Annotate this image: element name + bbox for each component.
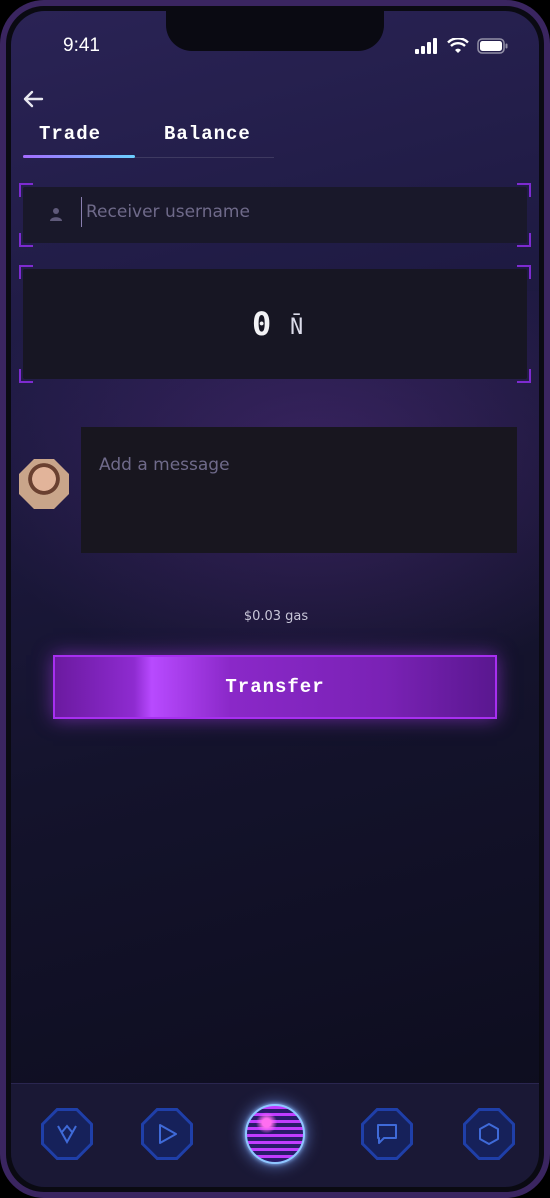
message-input[interactable]: [81, 427, 517, 553]
amount-field-frame: 0 N̄: [19, 265, 531, 383]
transfer-button[interactable]: Transfer: [53, 655, 497, 719]
status-time: 9:41: [63, 35, 100, 56]
amount-value[interactable]: 0: [252, 305, 271, 343]
tab-active-indicator: [23, 155, 135, 158]
chat-icon: [377, 1124, 397, 1144]
tab-bar: Trade Balance: [19, 119, 274, 159]
receiver-field-frame: [19, 183, 531, 247]
nav-chat[interactable]: [361, 1108, 413, 1160]
currency-unit: N̄: [290, 315, 304, 340]
back-button[interactable]: [21, 87, 51, 111]
cellular-signal-icon: [415, 38, 437, 54]
play-icon: [159, 1124, 177, 1144]
bottom-nav: [11, 1083, 539, 1187]
phone-bezel: 9:41 Trade Balance Receiver username 0 N…: [6, 6, 544, 1192]
nav-hexagon[interactable]: [463, 1108, 515, 1160]
vault-icon: [57, 1124, 77, 1145]
globe-orb-icon[interactable]: [245, 1104, 305, 1164]
app-screen: 9:41 Trade Balance Receiver username 0 N…: [11, 11, 539, 1187]
battery-icon: [477, 38, 508, 54]
tab-balance[interactable]: Balance: [164, 123, 251, 145]
avatar: [19, 459, 69, 509]
gas-fee: $0.03 gas: [243, 609, 309, 624]
notch: [166, 11, 384, 51]
hexagon-icon: [479, 1123, 499, 1145]
nav-vault[interactable]: [41, 1108, 93, 1160]
tab-trade[interactable]: Trade: [39, 123, 101, 145]
receiver-username-input[interactable]: [81, 197, 501, 227]
phone-frame: 9:41 Trade Balance Receiver username 0 N…: [0, 0, 550, 1198]
nav-play[interactable]: [141, 1108, 193, 1160]
wifi-icon: [447, 38, 469, 53]
arrow-left-icon: [23, 90, 44, 108]
user-icon: [50, 208, 62, 221]
status-icons: [415, 38, 509, 54]
amount-field-background[interactable]: [23, 269, 527, 379]
